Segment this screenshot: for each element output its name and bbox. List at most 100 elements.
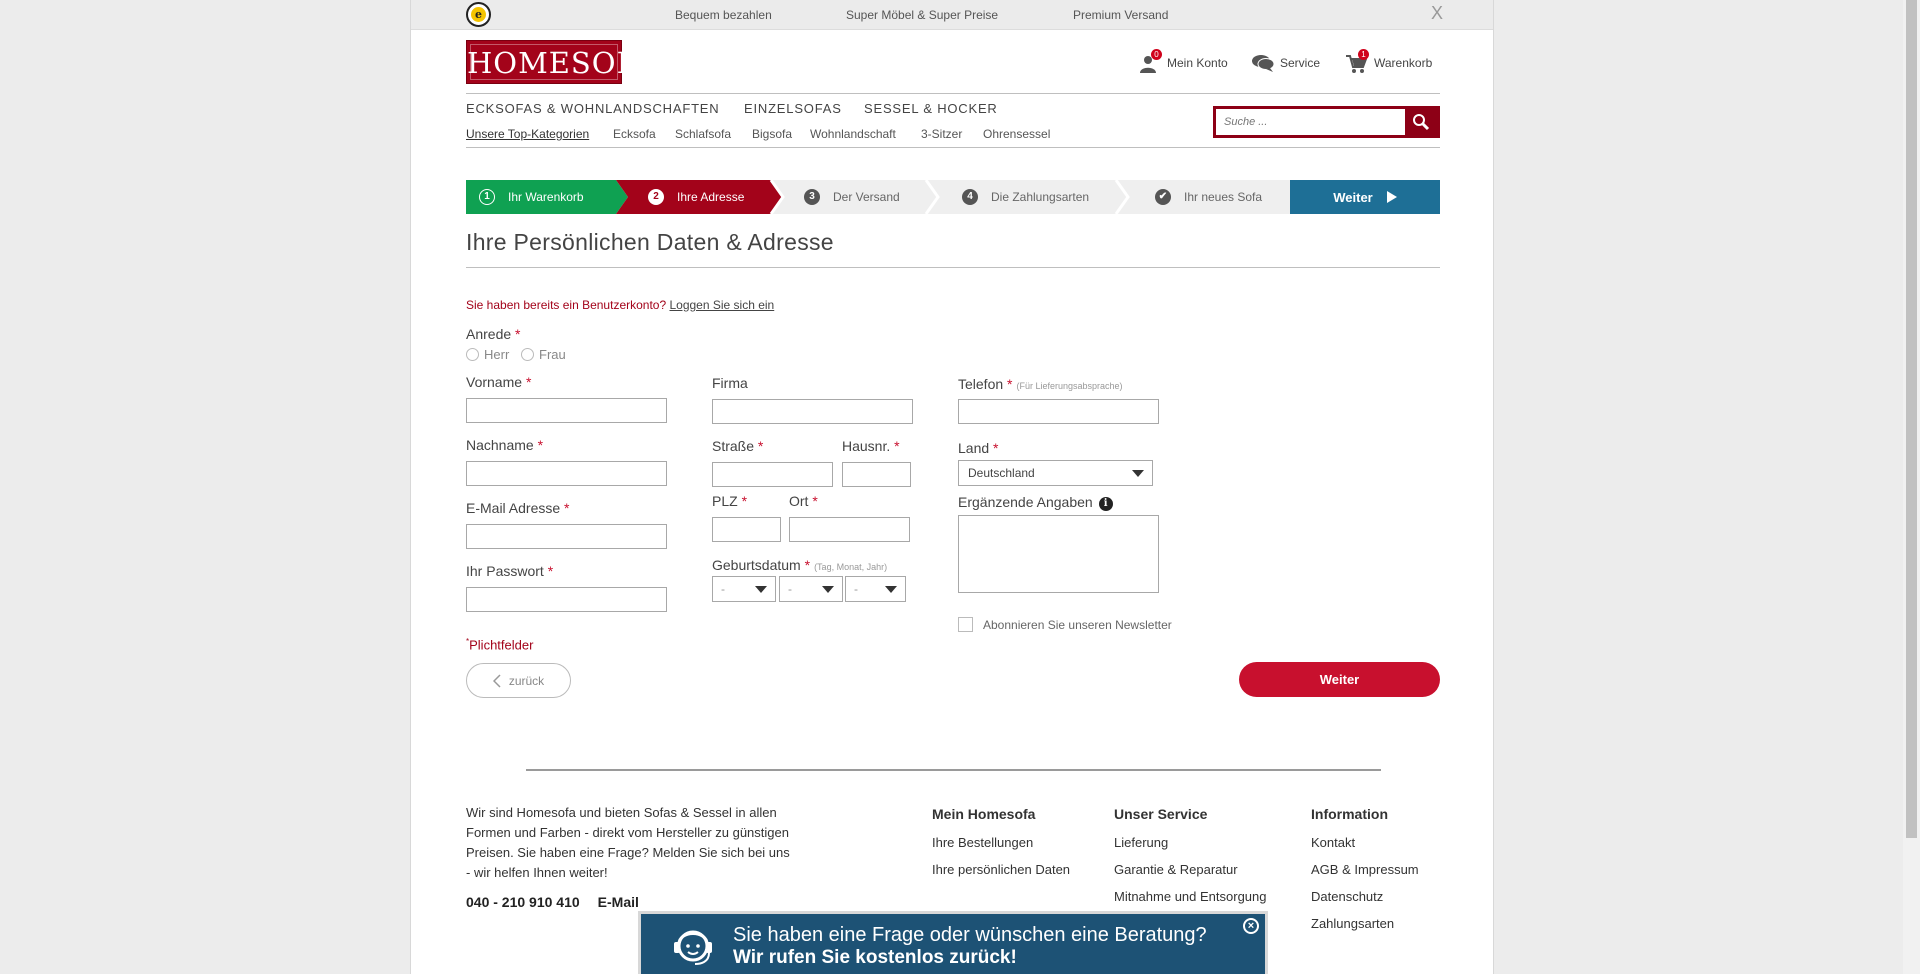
footer-divider bbox=[526, 769, 1381, 771]
nachname-field[interactable] bbox=[466, 461, 667, 486]
footer-link[interactable]: Lieferung bbox=[1114, 835, 1266, 850]
email-field[interactable] bbox=[466, 524, 667, 549]
subcat-schlafsofa[interactable]: Schlafsofa bbox=[675, 127, 731, 141]
nachname-label: Nachname * bbox=[466, 437, 544, 453]
play-arrow-icon bbox=[1386, 191, 1397, 203]
pflichtfelder-note: *Plichtfelder bbox=[466, 637, 534, 653]
header-divider bbox=[466, 93, 1440, 94]
newsletter-checkbox[interactable]: Abonnieren Sie unseren Newsletter bbox=[958, 617, 1172, 632]
user-icon: 0 bbox=[1138, 49, 1162, 73]
nav-ecksofas[interactable]: ECKSOFAS & WOHNLANDSCHAFTEN bbox=[466, 101, 719, 116]
chevron-left-icon bbox=[492, 673, 501, 688]
footer-link[interactable]: Garantie & Reparatur bbox=[1114, 862, 1266, 877]
login-note: Sie haben bereits ein Benutzerkonto? Log… bbox=[466, 298, 775, 312]
homesofa-logo[interactable]: HOMESOFA bbox=[466, 40, 656, 84]
search-box bbox=[1213, 106, 1440, 138]
hausnr-label: Hausnr. * bbox=[842, 438, 900, 454]
step-zahlungsarten: 4 Die Zahlungsarten bbox=[962, 180, 1089, 214]
callback-line2: Wir rufen Sie kostenlos zurück! bbox=[733, 947, 1017, 968]
footer-col-unser-service: Unser Service Lieferung Garantie & Repar… bbox=[1114, 806, 1267, 904]
callback-banner[interactable]: Sie haben eine Frage oder wünschen eine … bbox=[638, 911, 1268, 974]
radio-herr[interactable]: Herr bbox=[466, 347, 509, 362]
subcat-wohnlandschaft[interactable]: Wohnlandschaft bbox=[810, 127, 896, 141]
nav-einzelsofas[interactable]: EINZELSOFAS bbox=[744, 101, 842, 116]
footer-link[interactable]: Ihre Bestellungen bbox=[932, 835, 1070, 850]
strasse-field[interactable] bbox=[712, 462, 833, 487]
search-button[interactable] bbox=[1405, 109, 1437, 135]
step-versand: 3 Der Versand bbox=[804, 180, 900, 214]
usp-bequem-bezahlen: Bequem bezahlen bbox=[675, 8, 772, 22]
phone-number[interactable]: 040 - 210 910 410 bbox=[466, 894, 580, 910]
login-link[interactable]: Loggen Sie sich ein bbox=[669, 298, 774, 312]
geburtsdatum-tag-select[interactable]: - bbox=[712, 576, 776, 602]
page-container: e Bequem bezahlen Super Möbel & Super Pr… bbox=[410, 0, 1494, 974]
account-badge: 0 bbox=[1151, 49, 1162, 60]
nav-divider bbox=[466, 147, 1440, 148]
steps-weiter-button[interactable]: Weiter bbox=[1290, 180, 1440, 214]
footer-link[interactable]: Mitnahme und Entsorgung bbox=[1114, 889, 1266, 904]
footer-link[interactable]: AGB & Impressum bbox=[1311, 862, 1419, 877]
info-icon[interactable]: i bbox=[1098, 497, 1113, 511]
ort-label: Ort * bbox=[789, 493, 818, 509]
search-icon bbox=[1413, 114, 1430, 131]
subcat-3-sitzer[interactable]: 3-Sitzer bbox=[921, 127, 962, 141]
telefon-field[interactable] bbox=[958, 399, 1159, 424]
firma-label: Firma bbox=[712, 375, 748, 391]
account-link[interactable]: 0 Mein Konto bbox=[1138, 49, 1228, 73]
geburtsdatum-monat-select[interactable]: - bbox=[779, 576, 843, 602]
passwort-label: Ihr Passwort * bbox=[466, 563, 554, 579]
subcat-ecksofa[interactable]: Ecksofa bbox=[613, 127, 656, 141]
scrollbar-thumb[interactable] bbox=[1906, 0, 1917, 838]
subcat-ohrensessel[interactable]: Ohrensessel bbox=[983, 127, 1050, 141]
chevron-down-icon bbox=[885, 586, 897, 593]
step-warenkorb[interactable]: 1 Ihr Warenkorb bbox=[479, 180, 584, 214]
chevron-down-icon bbox=[755, 586, 767, 593]
footer-col-mein-homesofa: Mein Homesofa Ihre Bestellungen Ihre per… bbox=[932, 806, 1071, 877]
land-label: Land * bbox=[958, 440, 999, 456]
weiter-button[interactable]: Weiter bbox=[1239, 662, 1440, 697]
page-title: Ihre Persönlichen Daten & Adresse bbox=[466, 229, 834, 255]
geburtsdatum-jahr-select[interactable]: - bbox=[845, 576, 906, 602]
hausnr-field[interactable] bbox=[842, 462, 911, 487]
cart-icon: 1 bbox=[1345, 49, 1369, 73]
cart-badge: 1 bbox=[1358, 49, 1369, 60]
cart-link[interactable]: 1 Warenkorb bbox=[1345, 49, 1432, 73]
land-select[interactable]: Deutschland bbox=[958, 460, 1153, 486]
footer-contact: 040 - 210 910 410 E-Mail bbox=[466, 894, 639, 910]
subcat-bigsofa[interactable]: Bigsofa bbox=[752, 127, 792, 141]
check-icon: ✔ bbox=[1155, 189, 1171, 205]
footer-link[interactable]: Datenschutz bbox=[1311, 889, 1419, 904]
close-icon[interactable]: X bbox=[1431, 3, 1443, 24]
scrollbar[interactable] bbox=[1903, 0, 1920, 974]
service-link[interactable]: Service bbox=[1251, 54, 1320, 72]
search-input[interactable] bbox=[1216, 109, 1406, 135]
checkout-steps: 1 Ihr Warenkorb 2 Ihre Adresse 3 Der Versan… bbox=[466, 180, 1440, 214]
vorname-field[interactable] bbox=[466, 398, 667, 423]
chat-bubble-icon bbox=[1251, 54, 1275, 72]
top-categories-label[interactable]: Unsere Top-Kategorien bbox=[466, 127, 589, 141]
footer-link[interactable]: Ihre persönlichen Daten bbox=[932, 862, 1070, 877]
passwort-field[interactable] bbox=[466, 587, 667, 612]
trusted-shops-icon[interactable]: e bbox=[466, 2, 491, 27]
email-link[interactable]: E-Mail bbox=[598, 894, 639, 910]
ort-field[interactable] bbox=[789, 517, 910, 542]
footer-link[interactable]: Kontakt bbox=[1311, 835, 1419, 850]
firma-field[interactable] bbox=[712, 399, 913, 424]
headset-agent-icon bbox=[674, 930, 712, 965]
step-neues-sofa: ✔ Ihr neues Sofa bbox=[1155, 180, 1262, 214]
radio-frau[interactable]: Frau bbox=[521, 347, 566, 362]
chevron-down-icon bbox=[822, 586, 834, 593]
plz-label: PLZ * bbox=[712, 493, 748, 509]
anrede-label: Anrede * bbox=[466, 326, 521, 342]
ergaenzende-label: Ergänzende Angaben i bbox=[958, 494, 1113, 511]
ergaenzende-textarea[interactable] bbox=[958, 515, 1159, 593]
usp-bar: e Bequem bezahlen Super Möbel & Super Pr… bbox=[411, 0, 1493, 30]
telefon-label: Telefon * (Für Lieferungsabsprache) bbox=[958, 376, 1123, 392]
plz-field[interactable] bbox=[712, 517, 781, 542]
footer-col-information: Information Kontakt AGB & Impressum Date… bbox=[1311, 806, 1419, 931]
chevron-down-icon bbox=[1132, 470, 1144, 477]
footer-link[interactable]: Zahlungsarten bbox=[1311, 916, 1419, 931]
back-button[interactable]: zurück bbox=[466, 663, 571, 698]
callback-close-icon[interactable]: × bbox=[1243, 918, 1259, 934]
nav-sessel-hocker[interactable]: SESSEL & HOCKER bbox=[864, 101, 998, 116]
